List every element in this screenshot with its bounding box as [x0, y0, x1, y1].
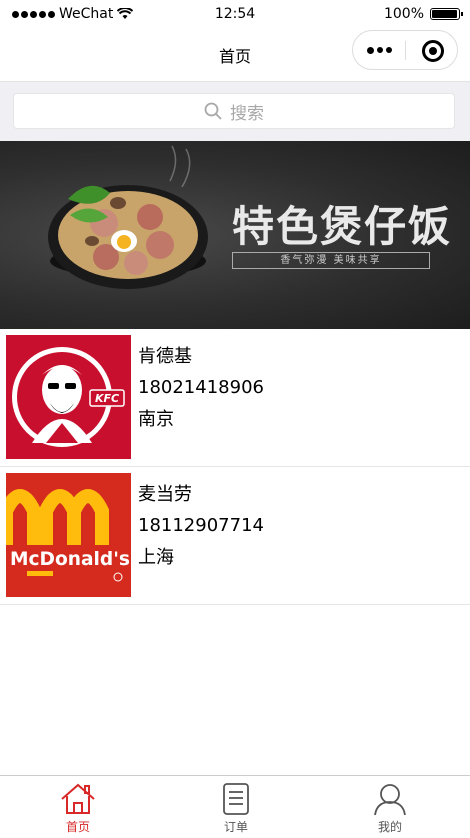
search-bar: 搜索: [0, 82, 470, 141]
promo-banner[interactable]: 特色煲仔饭 香气弥漫 美味共享: [0, 141, 470, 329]
capsule-divider: [405, 41, 406, 60]
store-item-mcdonalds[interactable]: McDonald's 麦当劳 18112907714 上海: [0, 467, 470, 605]
svg-text:KFC: KFC: [95, 392, 119, 405]
mcdonalds-logo: McDonald's: [6, 473, 131, 597]
search-icon: [204, 102, 222, 120]
search-input[interactable]: 搜索: [13, 93, 455, 129]
tab-home-label: 首页: [65, 820, 90, 834]
close-miniprogram-icon[interactable]: [422, 40, 444, 62]
tab-bar: 首页 订单 我的: [0, 775, 470, 837]
miniprogram-capsule: [352, 30, 458, 70]
home-icon: [61, 783, 95, 814]
navigation-bar: 首页: [0, 30, 470, 82]
battery-percent: 100%: [383, 6, 424, 22]
tab-orders-label: 订单: [223, 820, 248, 834]
banner-subtitle: 香气弥漫 美味共享: [232, 252, 430, 269]
tab-orders[interactable]: 订单: [196, 776, 276, 838]
store-item-kfc[interactable]: KFC 肯德基 18021418906 南京: [0, 329, 470, 467]
tab-profile-label: 我的: [377, 820, 402, 834]
claypot-rice-image: [48, 145, 208, 289]
store-list: KFC 肯德基 18021418906 南京 McDonald's 麦当劳 18…: [0, 329, 470, 605]
status-bar: WeChat 12:54 100%: [0, 0, 470, 30]
tab-home[interactable]: 首页: [38, 776, 118, 838]
user-icon: [374, 784, 406, 816]
battery-info: 100%: [383, 6, 463, 22]
store-city: 南京: [138, 409, 174, 430]
store-phone: 18112907714: [138, 515, 264, 536]
order-icon: [223, 783, 249, 815]
mcdonalds-logo-text: McDonald's: [10, 548, 130, 570]
kfc-logo: KFC: [6, 335, 131, 459]
store-name: 麦当劳: [138, 484, 192, 505]
store-city: 上海: [138, 547, 174, 568]
battery-icon: [430, 8, 463, 20]
more-menu-icon[interactable]: [367, 46, 392, 54]
store-name: 肯德基: [138, 346, 192, 367]
search-placeholder: 搜索: [230, 103, 264, 124]
tab-profile[interactable]: 我的: [350, 776, 430, 838]
store-phone: 18021418906: [138, 377, 264, 398]
banner-title: 特色煲仔饭: [232, 202, 453, 251]
